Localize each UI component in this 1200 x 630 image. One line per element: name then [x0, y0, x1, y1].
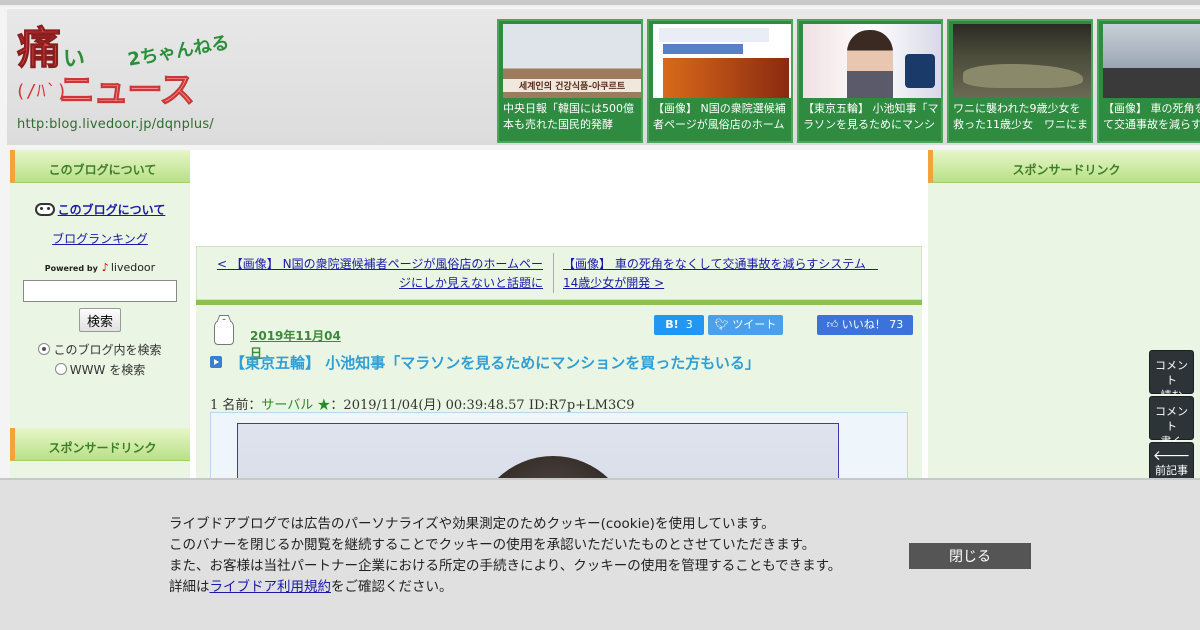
twitter-bird-icon: 🐦︎ [714, 318, 729, 331]
radio-www-option[interactable]: WWW を検索 [10, 360, 190, 380]
search-input[interactable] [23, 280, 177, 302]
cookie-line: ライブドアブログでは広告のパーソナライズや効果測定のためクッキー(cookie)… [169, 516, 775, 532]
about-link[interactable]: このブログについて [58, 203, 166, 217]
radio-blog-label: このブログ内を検索 [53, 343, 162, 357]
site-logo[interactable]: 痛 い 2ちゃんねる (/ﾊ`) ニュース http:blog.livedoor… [15, 23, 231, 137]
logo-kana: い [63, 47, 86, 72]
about-heading: このブログについて [10, 150, 190, 183]
hatena-bookmark-button[interactable]: B! 3 [654, 315, 704, 335]
cookie-text: ライブドアブログでは広告のパーソナライズや効果測定のためクッキー(cookie)… [169, 514, 889, 598]
thumb-image [803, 24, 941, 98]
read-comments-button[interactable]: コメント 読む [1149, 350, 1194, 402]
play-icon [210, 356, 222, 368]
cookie-details-suffix: をご確認ください。 [331, 579, 453, 595]
ranking-link[interactable]: ブログランキング [10, 230, 190, 247]
article-date-box: 2019年11月04日 [210, 315, 350, 360]
tweet-label: ツイート [732, 318, 777, 331]
left-sponsored-heading: スポンサードリンク [10, 428, 190, 461]
prev-article-button[interactable]: 🡐︎ 前記事 [1149, 442, 1194, 482]
thumb-caption: 中央日報「韓国には500億本も売れた国民的発酵 [503, 102, 634, 131]
ad-space [190, 150, 928, 242]
top-stripe [0, 0, 1200, 6]
face-icon [34, 203, 55, 216]
next-article-link[interactable]: 【画像】 車の死角をなくして交通事故を減らすシステム 14歳少女が開発 > [563, 255, 893, 293]
thumb-image [953, 24, 1091, 98]
article-nav: < 【画像】 N国の衆院選候補者ページが風俗店のホームページにしか見えないと話題… [196, 246, 922, 300]
write-comment-button[interactable]: コメント 書く [1149, 396, 1194, 448]
facebook-like-button[interactable]: 👍︎ いいね！ 73 [817, 315, 913, 335]
post-timestamp: ：2019/11/04(月) 00:39:48.57 ID:R7p+LM3C9 [330, 398, 635, 413]
thumbs-up-icon: 👍︎ [826, 318, 839, 331]
radio-www[interactable] [54, 363, 67, 375]
thumb-image: 세계인의 건강식품-아쿠르트 [503, 24, 641, 98]
arrow-left-icon: 🡐︎ [1152, 448, 1191, 464]
powered-by: Powered bylivedoor [10, 261, 190, 274]
article-title[interactable]: 【東京五輪】 小池知事「マラソンを見るためにマンションを買った方もいる」 [210, 352, 910, 373]
cookie-line: このバナーを閉じるか閲覧を継続することでクッキーの使用を承認いただいたものとさせ… [169, 537, 816, 553]
search-scope: このブログ内を検索 WWW を検索 [10, 340, 190, 380]
cookie-banner: ライブドアブログでは広告のパーソナライズや効果測定のためクッキー(cookie)… [0, 478, 1200, 630]
logo-url: http:blog.livedoor.jp/dqnplus/ [17, 117, 214, 132]
article-title-text: 【東京五輪】 小池知事「マラソンを見るためにマンションを買った方もいる」 [230, 354, 760, 372]
right-sponsored-heading: スポンサードリンク [928, 150, 1200, 183]
nav-divider [553, 253, 554, 293]
thumb-caption: ワニに襲われた9歳少女を救った11歳少女 ワニにま [953, 102, 1088, 131]
radio-blog[interactable] [38, 343, 51, 355]
cookie-line: また、お客様は当社パートナー企業における所定の手続きにより、クッキーの使用を管理… [169, 558, 842, 574]
cookie-line: 詳細はライブドア利用規約をご確認ください。 [169, 577, 889, 598]
header: 痛 い 2ちゃんねる (/ﾊ`) ニュース http:blog.livedoor… [7, 8, 1200, 145]
headline-thumb[interactable]: 【東京五輪】 小池知事「マラソンを見るためにマンシ [797, 19, 943, 143]
headline-thumb[interactable]: 【画像】 N国の衆院選候補者ページが風俗店のホーム [647, 19, 793, 143]
logo-kanji: 痛 [17, 23, 62, 74]
hatena-count: 3 [685, 318, 693, 331]
search-button[interactable]: 検索 [79, 308, 121, 332]
about-section: このブログについて ブログランキング Powered bylivedoor 検索… [10, 183, 190, 380]
radio-blog-option[interactable]: このブログ内を検索 [10, 340, 190, 360]
cat-icon [214, 319, 234, 345]
logo-chan: 2ちゃんねる [126, 32, 231, 71]
hatena-label: B! [665, 318, 679, 331]
thumb-caption: 【画像】 車の死角をなくして交通事故を減らす [1103, 102, 1200, 131]
like-label: いいね！ [841, 318, 886, 331]
thumb-image [653, 24, 791, 98]
post-name: サーバル ★ [261, 398, 331, 413]
post-number: 1 名前： [210, 398, 262, 413]
prev-article-label: 前記事 [1155, 464, 1188, 477]
thumb-image [1103, 24, 1200, 98]
cookie-details-prefix: 詳細は [169, 579, 210, 595]
cookie-close-button[interactable]: 閉じる [909, 543, 1031, 569]
terms-link[interactable]: ライブドア利用規約 [210, 579, 332, 595]
headline-thumb[interactable]: 【画像】 車の死角をなくして交通事故を減らす [1097, 19, 1200, 143]
thumb-caption: 【東京五輪】 小池知事「マラソンを見るためにマンシ [803, 102, 939, 131]
thumb-overlay-text: 세계인의 건강식품-아쿠르트 [503, 79, 641, 92]
tweet-button[interactable]: 🐦︎ ツイート [708, 315, 783, 335]
headline-thumb[interactable]: ワニに襲われた9歳少女を救った11歳少女 ワニにま [947, 19, 1093, 143]
thumb-caption: 【画像】 N国の衆院選候補者ページが風俗店のホーム [653, 102, 786, 131]
logo-news: ニュース [58, 70, 195, 111]
livedoor-logo[interactable]: livedoor [98, 261, 155, 274]
like-count: 73 [889, 318, 904, 331]
headline-thumb[interactable]: 세계인의 건강식품-아쿠르트 中央日報「韓国には500億本も売れた国民的発酵 [497, 19, 643, 143]
prev-article-link[interactable]: < 【画像】 N国の衆院選候補者ページが風俗店のホームページにしか見えないと話題… [207, 255, 543, 293]
radio-www-label: WWW を検索 [69, 363, 146, 377]
post-meta: 1 名前：サーバル ★：2019/11/04(月) 00:39:48.57 ID… [210, 394, 634, 413]
powered-by-label: Powered by [44, 264, 98, 273]
headline-thumbnails: 세계인의 건강식품-아쿠르트 中央日報「韓国には500億本も売れた国民的発酵 【… [497, 19, 1200, 145]
